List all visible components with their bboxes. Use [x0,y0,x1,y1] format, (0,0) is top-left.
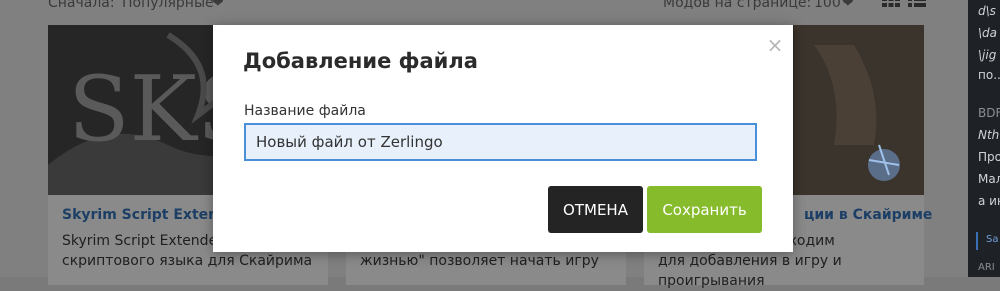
list-view-icon[interactable] [908,0,926,13]
per-page-label: Модов на странице: [663,0,812,11]
sidebar-accent-bar [976,232,978,250]
sidebar-link[interactable]: Sa [986,234,998,245]
sidebar-text: \jig [978,48,997,62]
sidebar-text: а ин [978,194,1000,208]
cancel-button[interactable]: ОТМЕНА [548,186,643,233]
sidebar-text: \da [978,26,998,40]
sort-label: Сначала: [48,0,115,11]
sidebar-text: ARI [978,262,995,273]
sidebar-text: Мал [978,172,1000,186]
sort-dropdown[interactable]: Популярные [122,0,214,11]
file-name-input[interactable] [244,123,757,161]
close-icon[interactable]: × [765,35,785,55]
right-sidebar: d\s \da \jig по... BDF Nth Про Мал а ин … [968,0,1000,277]
per-page-dropdown[interactable]: 100 [814,0,841,11]
chevron-down-icon: ❤ [212,0,224,11]
sidebar-text: d\s [978,4,996,18]
card-title[interactable]: ции в Скайриме [804,207,932,223]
save-button[interactable]: Сохранить [647,186,762,233]
sort-bar: Сначала: Популярные ❤ Модов на странице:… [0,0,960,18]
sidebar-text: Про [978,150,1000,164]
grid-view-icon[interactable] [882,0,900,13]
sidebar-text: BDF [978,106,1000,120]
file-name-label: Название файла [244,103,366,119]
dialog-title: Добавление файла [243,49,478,73]
chevron-down-icon: ❤ [842,0,854,11]
sidebar-text: Nth [978,128,1000,142]
add-file-dialog: Добавление файла × Название файла ОТМЕНА… [213,25,793,252]
sidebar-text: по... [978,68,1000,82]
